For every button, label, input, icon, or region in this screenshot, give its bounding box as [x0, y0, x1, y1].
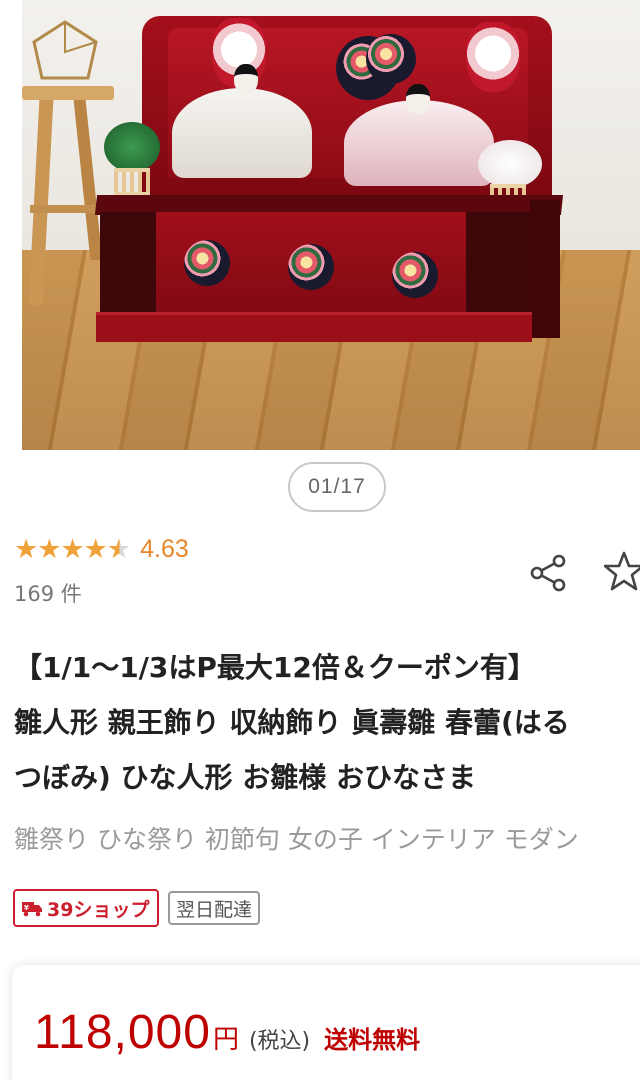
- chest-crest-2: [288, 244, 334, 290]
- share-icon[interactable]: [528, 552, 570, 594]
- title-line: 【1/1〜1/3はP最大12倍＆クーポン有】: [14, 651, 536, 684]
- chest-crest-3: [392, 252, 438, 298]
- star-half-icon: ★: [106, 533, 131, 565]
- title-line: 雛人形 親王飾り 収納飾り 眞壽雛 春蕾(はる: [14, 706, 570, 739]
- free-shipping-label: 送料無料: [324, 1026, 421, 1054]
- product-tags: 雛祭り ひな祭り 初節句 女の子 インテリア モダン: [14, 825, 579, 854]
- cherry-tree: [478, 140, 542, 188]
- star-full-icon: ★: [60, 533, 84, 565]
- image-counter: 01/17: [288, 462, 386, 512]
- mandarin-tree: [104, 122, 160, 172]
- delivery-badge: 翌日配達: [168, 891, 261, 925]
- side-table: [22, 86, 114, 100]
- product-title: 【1/1〜1/3はP最大12倍＆クーポン有】 雛人形 親王飾り 収納飾り 眞壽雛…: [14, 640, 640, 805]
- geometric-ornament: [32, 20, 98, 80]
- star-full-icon: ★: [14, 533, 38, 565]
- star-outline-icon[interactable]: [604, 550, 640, 592]
- review-count-link[interactable]: 169 件: [14, 578, 82, 608]
- price-currency: 円: [212, 1025, 239, 1055]
- rating-stars[interactable]: ★ ★ ★ ★ ★ 4.63: [14, 532, 189, 566]
- price-row: 118,000 円 (税込) 送料無料: [34, 1005, 420, 1060]
- shop-badge[interactable]: ¥ 39ショップ: [13, 889, 160, 927]
- shop-badge-label: 39ショップ: [47, 898, 150, 921]
- star-full-icon: ★: [37, 533, 61, 565]
- rating-value: 4.63: [140, 534, 189, 563]
- truck-icon: ¥: [22, 902, 42, 917]
- doll-emperor: [172, 88, 312, 178]
- product-image[interactable]: [0, 0, 640, 450]
- title-line: つぼみ) ひな人形 お雛様 おひなさま: [14, 761, 477, 794]
- svg-text:¥: ¥: [24, 904, 29, 912]
- tax-label: (税込): [248, 1029, 311, 1054]
- price-amount: 118,000: [34, 1006, 211, 1059]
- star-full-icon: ★: [83, 533, 108, 565]
- lantern-right: [466, 22, 520, 92]
- chest-crest-1: [184, 240, 230, 286]
